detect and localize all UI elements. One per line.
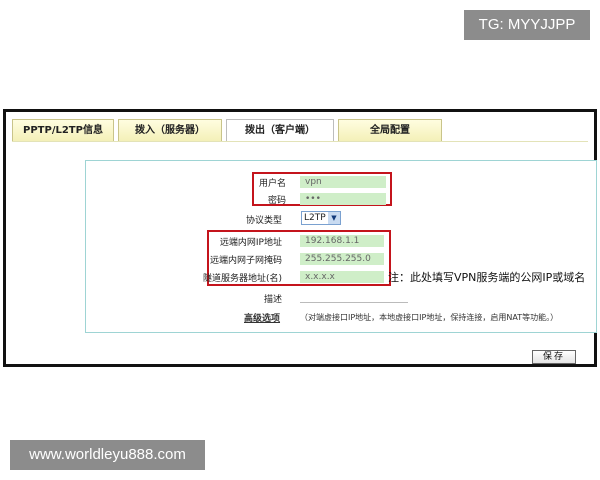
remote-ip-label: 远端内网IP地址 [219, 238, 282, 248]
protocol-select[interactable]: L2TP ▼ [301, 211, 341, 225]
tab-bar: PPTP/L2TP信息 拨入（服务器） 拨出（客户端） 全局配置 [12, 119, 588, 142]
tab-dial-out-client[interactable]: 拨出（客户端） [226, 119, 334, 141]
tunnel-server-field[interactable]: x.x.x.x [300, 271, 384, 283]
advanced-options-note: （对端虚接口IP地址，本地虚接口IP地址，保持连接，启用NAT等功能。） [300, 313, 559, 322]
advanced-options-link[interactable]: 高级选项 [244, 311, 280, 324]
annotation-note: 注：此处填写VPN服务端的公网IP或域名 [388, 271, 586, 284]
save-button[interactable]: 保存 [532, 350, 576, 364]
router-config-window: PPTP/L2TP信息 拨入（服务器） 拨出（客户端） 全局配置 用户名 vpn… [3, 109, 597, 367]
tunnel-server-label: 隧道服务器地址(名) [202, 274, 282, 284]
remote-mask-label: 远端内网子网掩码 [209, 256, 282, 266]
tab-dial-in-server[interactable]: 拨入（服务器） [118, 119, 222, 141]
password-label: 密码 [267, 196, 286, 206]
password-field[interactable]: ••• [300, 193, 386, 205]
chevron-down-icon[interactable]: ▼ [328, 212, 340, 224]
watermark-bottom: www.worldleyu888.com [10, 440, 205, 470]
remote-mask-field[interactable]: 255.255.255.0 [300, 253, 384, 265]
protocol-label: 协议类型 [245, 216, 282, 226]
remote-ip-field[interactable]: 192.168.1.1 [300, 235, 384, 247]
protocol-selected-value: L2TP [304, 213, 326, 223]
username-field[interactable]: vpn [300, 176, 386, 188]
description-label: 描述 [263, 295, 282, 305]
description-field[interactable] [300, 302, 408, 303]
tab-pptp-l2tp-info[interactable]: PPTP/L2TP信息 [12, 119, 114, 141]
tab-global-config[interactable]: 全局配置 [338, 119, 442, 141]
username-label: 用户名 [258, 179, 286, 189]
watermark-top: TG: MYYJJPP [464, 10, 590, 40]
